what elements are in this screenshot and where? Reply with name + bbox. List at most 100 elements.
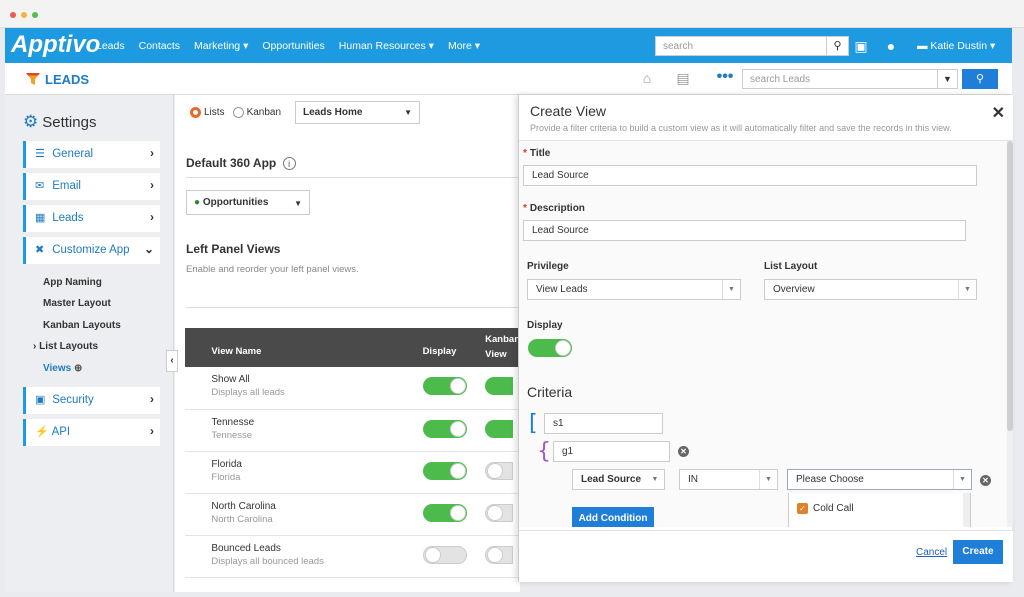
global-search-input[interactable]: search [655,36,827,56]
close-window-dot-icon[interactable] [10,12,16,18]
nav-link-opportunities[interactable]: Opportunities [262,40,324,52]
modal-subtitle: Provide a filter criteria to build a cus… [530,123,952,133]
more-options-icon[interactable]: ••• [710,69,740,89]
table-row: Florida Florida [185,451,520,494]
modal-scrollbar[interactable] [1007,141,1013,527]
envelope-icon: ✉ [35,180,45,192]
nav-link-contacts[interactable]: Contacts [139,40,180,52]
display-toggle[interactable] [422,377,467,395]
app-logo[interactable]: Apptivo [11,31,100,59]
condition-value-select[interactable]: Please Choose ▼ [787,469,972,490]
create-button[interactable]: Create [953,540,1003,564]
title-label: * Title [523,148,551,159]
maximize-window-dot-icon[interactable] [32,12,38,18]
kanban-label: Kanban [246,107,282,118]
view-description: Displays all bounced leads [211,555,324,567]
nav-link-human-resources[interactable]: Human Resources ▾ [339,40,434,52]
add-circle-icon[interactable]: ⊕ [74,363,82,374]
chevron-right-icon: › [150,146,154,160]
modal-body: * Title Lead Source * Description Lead Sou… [519,141,1013,527]
group-g-input[interactable]: g1 [553,441,670,462]
view-name: North Carolina [211,500,276,512]
col-kanban-view: Kanban View [485,328,520,367]
remove-condition-icon[interactable]: ✕ [980,475,991,486]
nav-link-more[interactable]: More ▾ [448,40,480,52]
kanban-toggle[interactable] [485,419,514,438]
table-row: Show All Displays all leads [185,367,520,410]
gear-icon: ⚙ [23,112,39,131]
group-s-input[interactable]: s1 [544,413,663,434]
collapse-sidebar-handle[interactable]: ‹ [166,350,178,372]
subitem-list-layouts[interactable]: › List Layouts [33,341,98,352]
view-description: North Carolina [211,513,273,525]
sidebar-item-general[interactable]: ☰ General › [23,141,160,168]
lists-radio[interactable] [190,107,201,118]
display-toggle[interactable] [528,339,572,357]
privilege-select[interactable]: View Leads ▼ [527,279,741,300]
subitem-master-layout[interactable]: Master Layout [43,298,111,309]
default-app-title: Default 360 App i [186,156,296,170]
search-icon[interactable]: ⚲ [827,36,849,56]
reports-chart-icon[interactable]: ▤ [673,70,693,88]
list-layout-select[interactable]: Overview ▼ [764,279,977,300]
chevron-right-icon: › [150,392,154,406]
subitem-app-naming[interactable]: App Naming [43,277,102,288]
group-brace-icon: { [537,439,551,464]
kanban-toggle[interactable] [485,545,514,564]
list-icon: ☰ [35,148,45,160]
description-input[interactable]: Lead Source [523,220,966,241]
kanban-toggle[interactable] [485,461,514,480]
leads-search-button[interactable]: ⚲ [962,69,998,89]
table-row: Bounced Leads Displays all bounced leads [185,535,520,578]
caret-down-icon: ▼ [404,108,412,117]
app-dropdown[interactable]: ● Opportunities ▼ [186,190,310,215]
funnel-icon [26,73,40,85]
tools-icon: ✖ [35,244,45,256]
leads-search-input[interactable]: search Leads [742,69,938,89]
info-icon[interactable]: i [282,157,296,170]
home-icon[interactable]: ⌂ [637,70,657,88]
sidebar-item-customize-app[interactable]: ✖ Customize App ⌄ [23,237,160,264]
money-bag-icon: ● [194,197,201,208]
add-user-icon[interactable]: ● [883,38,899,54]
sidebar-item-email[interactable]: ✉ Email › [23,173,160,200]
condition-operator-select[interactable]: IN ▼ [679,469,778,490]
home-dropdown[interactable]: Leads Home ▼ [295,101,420,124]
view-name: Bounced Leads [211,542,281,554]
add-condition-button[interactable]: Add Condition [572,507,654,527]
checkbox-checked-icon: ✓ [797,503,808,514]
browser-chrome [0,0,1024,28]
sidebar-item-security[interactable]: ▣ Security › [23,387,160,414]
minimize-window-dot-icon[interactable] [21,12,27,18]
subitem-views[interactable]: Views ⊕ [43,363,82,374]
display-toggle[interactable] [422,545,467,564]
option-cold-call[interactable]: ✓ Cold Call [797,503,854,514]
kanban-toggle[interactable] [485,377,514,395]
display-toggle[interactable] [422,419,467,438]
group-bracket-icon: [ [529,411,538,436]
subitem-kanban-layouts[interactable]: Kanban Layouts [43,320,121,331]
col-view-name: View Name [211,328,423,367]
left-panel-description: Enable and reorder your left panel views… [186,264,359,275]
cancel-link[interactable]: Cancel [916,547,947,558]
display-toggle[interactable] [422,461,467,480]
display-label: Display [527,320,563,331]
close-icon[interactable]: ✕ [992,103,1005,123]
nav-link-marketing[interactable]: Marketing ▾ [194,40,248,52]
title-input[interactable]: Lead Source [523,165,977,186]
view-description: Tennesse [211,429,253,441]
list-scrollbar[interactable] [963,493,970,527]
user-menu[interactable]: ▬ Katie Dustin ▾ [917,40,995,52]
caret-down-icon: ▼ [958,280,976,299]
sidebar-item-api[interactable]: ⚡ API › [23,419,160,446]
chevron-down-icon[interactable]: ▼ [938,69,958,89]
condition-field-select[interactable]: Lead Source ▼ [572,469,665,490]
kanban-toggle[interactable] [485,503,514,522]
display-toggle[interactable] [422,503,467,522]
nav-link-leads[interactable]: Leads [96,40,125,52]
store-icon[interactable]: ▣ [853,38,869,54]
remove-group-icon[interactable]: ✕ [678,446,689,457]
sidebar-item-leads[interactable]: ▦ Leads › [23,205,160,232]
menu-icon: ▬ [917,40,928,52]
kanban-radio[interactable] [232,107,244,118]
